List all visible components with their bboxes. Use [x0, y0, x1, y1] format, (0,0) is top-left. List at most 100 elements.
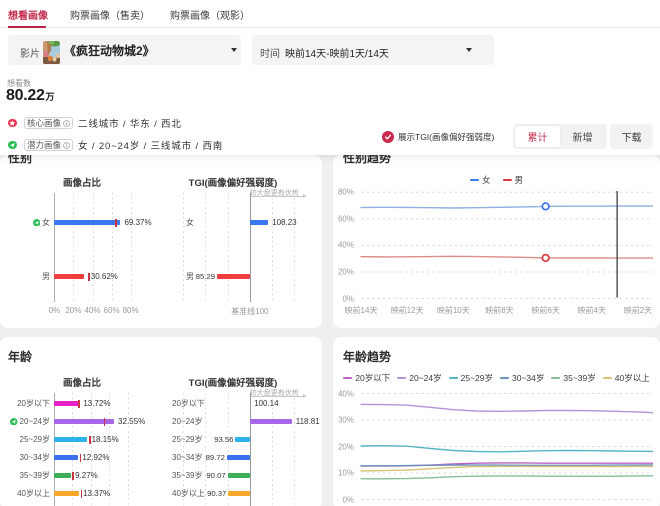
tgi-gridline [182, 193, 184, 302]
tgi-category-label: 35~39岁 [172, 470, 203, 480]
share-axis-line [54, 393, 55, 506]
trend-plot [360, 393, 653, 500]
tgi-gridline [294, 393, 296, 506]
time-select-label: 时间 [260, 49, 280, 60]
share-gridline [92, 193, 94, 302]
tab-label: 购票画像（观影） [170, 11, 250, 22]
panel-title-gender: 性别 [8, 155, 33, 165]
tgi-baseline-label: 基准线100 [231, 306, 269, 316]
share-bar [54, 274, 84, 279]
badge-label: 核心画像 [27, 118, 62, 128]
potential-profile-text: 女 / 20~24岁 / 三线城市 / 西南 [78, 141, 224, 152]
data-point-marker[interactable] [541, 253, 550, 263]
plane-circle-icon [32, 218, 40, 227]
share-category-label: 35~39岁 [19, 470, 50, 480]
market-marker-tick [79, 453, 82, 462]
share-x-tick-label: 40% [84, 305, 101, 315]
download-button[interactable]: 下载 [610, 124, 653, 149]
tgi-value-label: 93.56 [214, 434, 234, 444]
show-tgi-checkbox[interactable]: 展示TGI(画像偏好强弱度) [382, 131, 494, 143]
tgi-gridline [227, 193, 229, 302]
share-category-label: 20~24岁 [0, 417, 50, 427]
tab-label: 想看画像 [8, 11, 48, 22]
tab-ticket-profile-sale[interactable]: 购票画像（售卖） [70, 0, 150, 28]
tab-bar: 想看画像 购票画像（售卖） 购票画像（观影） [0, 0, 660, 28]
badge-label: 潜力画像 [27, 140, 62, 150]
segment-cumulative[interactable]: 累计 [515, 126, 560, 147]
share-category-label: 女 [0, 218, 50, 228]
share-category-label: 20岁以下 [17, 398, 50, 408]
tab-ticket-profile-watch[interactable]: 购票画像（观影） [170, 0, 250, 28]
tgi-bar [249, 220, 269, 225]
tgi-category-label: 20~24岁 [172, 416, 203, 426]
trend-line-男 [360, 255, 653, 259]
tgi-value-label: 89.72 [205, 452, 225, 462]
share-axis-line [54, 193, 56, 302]
market-marker-tick [103, 417, 106, 426]
tab-label: 购票画像（售卖） [70, 11, 150, 22]
tgi-value-label: 100.14 [254, 398, 279, 408]
time-select[interactable]: 时间 映前14天-映前1天/14天 [252, 35, 494, 65]
tgi-bar [228, 491, 250, 496]
movie-select-value: 《疯狂动物城2》 [64, 44, 155, 58]
share-category-label: 25~29岁 [19, 434, 50, 444]
panel-gender-trend: 性别趋势 女男 0% 20% 40% 60% 80% 映前14天 映前12天 映前10天 映前8天… [333, 155, 660, 328]
potential-profile-row: 潜力画像 女 / 20~24岁 / 三线城市 / 西南 [8, 139, 224, 152]
tgi-category-label: 20岁以下 [172, 398, 205, 408]
potential-profile-badge[interactable]: 潜力画像 [23, 139, 74, 151]
share-chart-title: 画像占比 [62, 178, 102, 189]
tgi-value-label: 118.81 [295, 416, 320, 426]
tgi-gridline [205, 193, 207, 302]
movie-select[interactable]: 影片 《疯狂动物城2》 [8, 35, 241, 65]
tab-want-see-profile[interactable]: 想看画像 [8, 0, 48, 28]
share-bar [54, 401, 80, 406]
star-circle-icon [8, 118, 17, 128]
segment-new[interactable]: 新增 [560, 126, 605, 147]
share-x-tick-label: 20% [65, 305, 82, 315]
panel-age-profile: 年龄 画像占比TGI(画像偏好强弱度)较大盘更有优势0%10%20%30%40%… [0, 337, 322, 506]
core-profile-badge[interactable]: 核心画像 [23, 117, 74, 129]
share-chart-title: 画像占比 [62, 378, 102, 389]
tgi-gridline [227, 393, 229, 506]
tgi-chart-title: TGI(画像偏好强弱度) [188, 178, 278, 189]
share-gridline [127, 393, 129, 506]
share-value-label: 30.62% [90, 271, 118, 281]
share-value-label: 69.37% [124, 217, 152, 227]
share-x-tick-label: 80% [122, 305, 139, 315]
panel-gender-profile: 性别 画像占比 TGI(画像偏好强弱度) 较大盘更有优势 0% 20% 40% 60% 80%… [0, 155, 322, 328]
tgi-category-label: 25~29岁 [172, 434, 203, 444]
show-tgi-label: 展示TGI(画像偏好强弱度) [398, 132, 495, 142]
tgi-axis-arrow-head [303, 393, 307, 398]
chevron-down-icon [231, 48, 237, 52]
check-icon [382, 131, 394, 143]
panel-age-trend: 年龄趋势 20岁以下 20~24岁 25~29岁 30~34岁 35~39岁 40岁以上 0… [333, 337, 660, 506]
share-value-label: 9.27% [75, 470, 98, 480]
share-gridline [72, 393, 74, 506]
dashboard: 性别 画像占比 TGI(画像偏好强弱度) 较大盘更有优势 0% 20% 40% 60% 80%… [0, 0, 660, 506]
movie-poster [42, 40, 60, 64]
share-value-label: 13.72% [83, 398, 111, 408]
info-icon [62, 119, 70, 127]
share-category-label: 男 [42, 271, 50, 281]
data-point-marker[interactable] [541, 202, 550, 211]
share-value-label: 13.37% [83, 488, 111, 498]
share-value-label: 32.55% [118, 416, 146, 426]
trend-plot [360, 191, 653, 299]
core-profile-row: 核心画像 二线城市 / 华东 / 西北 [8, 117, 182, 130]
chevron-down-icon [466, 48, 472, 52]
header: 想看画像 购票画像（售卖） 购票画像（观影） 影片 《疯狂动物城2》 时间 映前… [0, 0, 660, 155]
share-value-label: 12.92% [82, 452, 110, 462]
share-bar [54, 491, 79, 496]
share-x-tick-label: 0% [48, 305, 61, 315]
tgi-gridline [205, 393, 207, 506]
share-bar [54, 437, 88, 442]
tgi-gridline [272, 393, 274, 506]
share-value-label: 18.15% [91, 434, 119, 444]
movie-select-label: 影片 [20, 49, 40, 60]
market-marker-tick [78, 399, 81, 408]
tgi-bar [249, 419, 292, 424]
tgi-value-label: 90.37 [207, 488, 227, 498]
tgi-category-label: 男 [186, 271, 194, 281]
want-see-count-value: 80.22万 [6, 87, 55, 105]
share-category-label: 40岁以上 [17, 488, 50, 498]
